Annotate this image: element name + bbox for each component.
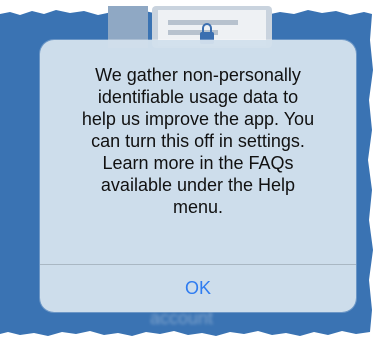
- usage-data-alert: We gather non-personally identifiable us…: [40, 40, 356, 312]
- alert-message: We gather non-personally identifiable us…: [81, 65, 315, 217]
- ok-button[interactable]: OK: [40, 265, 356, 312]
- screenshot-stage: account We gather non-personally identif…: [0, 0, 383, 349]
